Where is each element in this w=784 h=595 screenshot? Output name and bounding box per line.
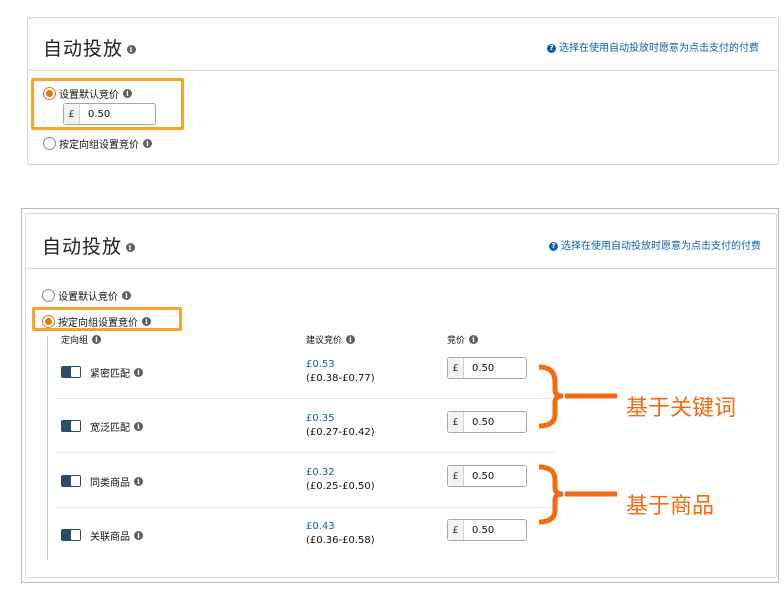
help-icon: ? — [547, 43, 556, 53]
target-name: 紧密匹配 i — [90, 365, 143, 380]
panel-title: 自动投放 i — [43, 34, 137, 61]
bid-input[interactable]: £ 0.50 — [447, 519, 527, 541]
info-icon[interactable]: i — [142, 317, 151, 326]
suggested-bid-range: (£0.38-£0.77) — [306, 373, 375, 384]
target-name: 宽泛匹配 i — [90, 419, 143, 434]
radio-button[interactable] — [43, 137, 56, 150]
info-icon[interactable]: i — [126, 243, 136, 252]
radio-label: 按定向组设置竞价 — [59, 140, 139, 151]
bid-value[interactable]: 0.50 — [464, 466, 526, 486]
radio-group-bid[interactable]: 按定向组设置竞价 i — [43, 136, 152, 151]
suggested-bid-range: (£0.25-£0.50) — [306, 481, 375, 492]
radio-group-bid[interactable]: 按定向组设置竞价 i — [42, 314, 151, 329]
currency-symbol: £ — [448, 358, 464, 378]
target-toggle[interactable] — [61, 366, 81, 378]
help-link[interactable]: ? 选择在使用自动投放时愿意为点击支付的付费 — [549, 237, 761, 252]
col-header-suggested-bid: 建议竞价 i — [306, 333, 356, 346]
info-icon[interactable]: i — [134, 477, 143, 486]
radio-button[interactable] — [42, 315, 55, 328]
info-icon[interactable]: i — [92, 335, 102, 344]
row-divider — [55, 398, 555, 399]
divider — [28, 70, 778, 71]
target-toggle[interactable] — [61, 529, 81, 541]
brace-icon — [538, 464, 564, 525]
suggested-bid-link[interactable]: £0.32 — [306, 466, 375, 480]
info-icon[interactable]: i — [134, 368, 143, 377]
bid-input[interactable]: £ 0.50 — [447, 357, 527, 379]
radio-button[interactable] — [43, 87, 56, 100]
info-icon[interactable]: i — [469, 335, 479, 344]
annotation-keyword-based: 基于关键词 — [626, 396, 737, 421]
brace-icon — [538, 364, 564, 429]
target-name: 同类商品 i — [90, 474, 143, 489]
row-divider — [55, 507, 555, 508]
suggested-bid: £0.32 (£0.25-£0.50) — [306, 466, 375, 494]
suggested-bid-link[interactable]: £0.43 — [306, 520, 375, 534]
target-name: 关联商品 i — [90, 528, 143, 543]
bid-value[interactable]: 0.50 — [464, 412, 526, 432]
info-icon[interactable]: i — [127, 45, 137, 54]
panel-title: 自动投放 i — [42, 232, 136, 259]
info-icon[interactable]: i — [134, 531, 143, 540]
suggested-bid: £0.43 (£0.36-£0.58) — [306, 520, 375, 548]
bid-input[interactable]: £ 0.50 — [447, 411, 527, 433]
radio-label: 设置默认竞价 — [58, 292, 118, 303]
radio-label: 按定向组设置竞价 — [58, 318, 138, 329]
info-icon[interactable]: i — [134, 422, 143, 431]
annotation-brackets — [538, 364, 617, 525]
group-indent-line — [47, 336, 48, 560]
suggested-bid: £0.53 (£0.38-£0.77) — [306, 358, 375, 386]
bid-value[interactable]: 0.50 — [464, 520, 526, 540]
currency-symbol: £ — [448, 520, 464, 540]
target-toggle[interactable] — [61, 420, 81, 432]
radio-default-bid[interactable]: 设置默认竞价 i — [43, 86, 132, 101]
help-link[interactable]: ? 选择在使用自动投放时愿意为点击支付的付费 — [547, 39, 759, 54]
info-icon[interactable]: i — [143, 139, 152, 148]
suggested-bid-range: (£0.36-£0.58) — [306, 535, 375, 546]
info-icon[interactable]: i — [122, 291, 131, 300]
bid-value[interactable]: 0.50 — [80, 104, 155, 124]
radio-label: 设置默认竞价 — [59, 90, 119, 101]
target-toggle[interactable] — [61, 475, 81, 487]
currency-symbol: £ — [448, 412, 464, 432]
col-header-target-group: 定向组 i — [61, 333, 102, 346]
radio-button[interactable] — [42, 289, 55, 302]
annotation-product-based: 基于商品 — [626, 494, 715, 519]
info-icon[interactable]: i — [123, 89, 132, 98]
currency-symbol: £ — [448, 466, 464, 486]
suggested-bid: £0.35 (£0.27-£0.42) — [306, 412, 375, 440]
col-header-bid: 竞价 i — [447, 333, 479, 346]
suggested-bid-range: (£0.27-£0.42) — [306, 427, 375, 438]
help-icon: ? — [549, 241, 558, 251]
divider — [26, 268, 776, 269]
default-bid-input[interactable]: £ 0.50 — [63, 103, 156, 125]
bid-input[interactable]: £ 0.50 — [447, 465, 527, 487]
bid-value[interactable]: 0.50 — [464, 358, 526, 378]
info-icon[interactable]: i — [346, 335, 356, 344]
suggested-bid-link[interactable]: £0.53 — [306, 358, 375, 372]
row-divider — [55, 452, 555, 453]
currency-symbol: £ — [64, 104, 80, 124]
radio-default-bid[interactable]: 设置默认竞价 i — [42, 288, 131, 303]
suggested-bid-link[interactable]: £0.35 — [306, 412, 375, 426]
